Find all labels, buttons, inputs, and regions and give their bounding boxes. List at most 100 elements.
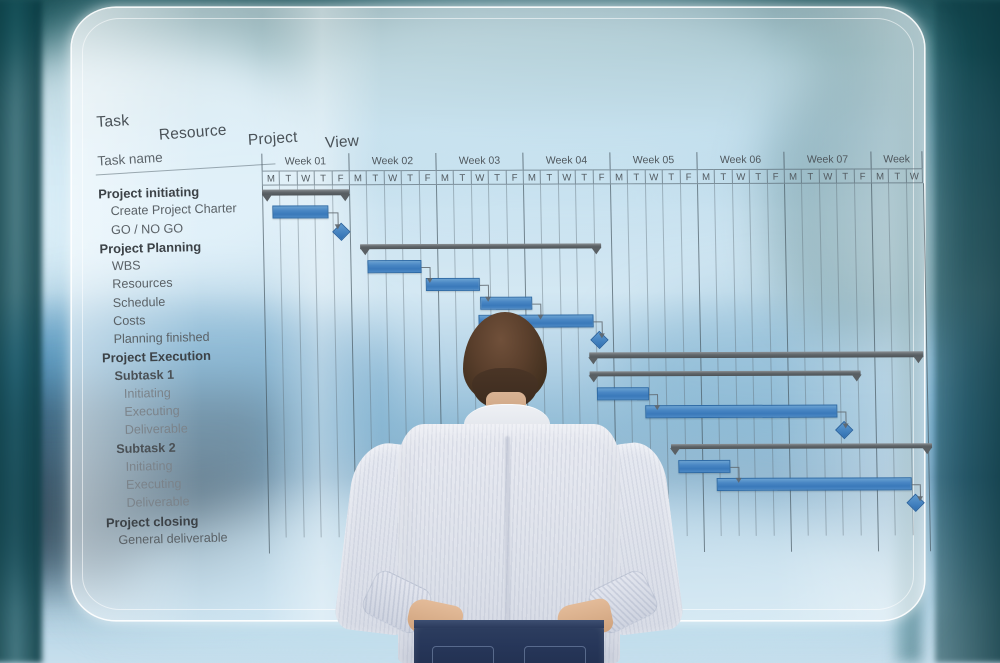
summary-bar-body [360, 243, 601, 250]
glass-highlight-right [774, 8, 924, 620]
task-row-deliverable[interactable]: Deliverable [125, 422, 188, 437]
day-header-28: W [731, 168, 750, 184]
day-header-6: M [348, 170, 367, 186]
task-row-project-execution[interactable]: Project Execution [102, 348, 211, 366]
task-row-project-initiating[interactable]: Project initiating [98, 184, 199, 201]
task-row-planning-finished[interactable]: Planning finished [113, 330, 209, 346]
task-row-executing[interactable]: Executing [124, 404, 180, 419]
day-header-19: T [574, 169, 593, 185]
week-header-7: Week 07 [783, 151, 871, 169]
task-bar-wbs[interactable] [367, 260, 422, 274]
day-header-4: T [313, 170, 332, 186]
task-bar-initiating[interactable] [677, 459, 731, 473]
day-header-24: T [661, 169, 680, 185]
day-header-35: F [853, 168, 871, 184]
week-header-4: Week 04 [522, 152, 610, 170]
day-header-36: M [870, 168, 889, 184]
day-header-32: T [801, 168, 819, 184]
summary-bar-body [670, 442, 932, 450]
week-header-5: Week 05 [609, 152, 697, 170]
summary-cap-end [339, 193, 350, 201]
day-header-15: F [505, 169, 523, 185]
summary-cap-end [851, 374, 862, 382]
day-header-30: F [766, 168, 784, 184]
week-header-8: Week [870, 151, 923, 169]
task-bar-executing[interactable] [645, 404, 838, 419]
task-row-schedule[interactable]: Schedule [113, 294, 166, 309]
menu-item-view[interactable]: View [325, 133, 360, 153]
day-header-27: T [714, 168, 732, 185]
task-bar-executing[interactable] [716, 477, 912, 491]
day-header-23: W [644, 169, 663, 185]
day-header-10: F [418, 169, 436, 186]
summary-cap-start [588, 375, 599, 383]
day-header-14: T [487, 169, 506, 185]
day-header-1: M [261, 170, 280, 186]
day-header-38: W [905, 168, 924, 184]
week-header-1: Week 01 [261, 153, 349, 171]
day-header-29: T [748, 168, 767, 184]
summary-cap-end [913, 356, 924, 364]
day-header-31: M [783, 168, 802, 184]
window-frame-left [0, 0, 42, 663]
summary-cap-start [588, 357, 599, 365]
summary-bar-subtask-1[interactable] [588, 369, 862, 383]
day-header-13: W [470, 169, 489, 185]
menu-item-task[interactable]: Task [96, 112, 130, 132]
day-header-21: M [609, 169, 628, 185]
task-row-project-closing[interactable]: Project closing [106, 513, 199, 530]
day-header-22: T [627, 169, 645, 185]
day-header-33: W [818, 168, 837, 184]
summary-bar-body [261, 189, 350, 196]
day-header-16: M [522, 169, 541, 185]
day-header-17: T [540, 169, 558, 185]
task-row-deliverable[interactable]: Deliverable [126, 495, 189, 510]
day-header-25: F [679, 169, 697, 185]
summary-bar-body [589, 369, 861, 377]
task-row-initiating[interactable]: Initiating [125, 459, 172, 474]
summary-bar-body [588, 351, 924, 359]
day-header-8: W [383, 170, 402, 186]
summary-cap-start [670, 448, 681, 456]
task-row-create-project-charter[interactable]: Create Project Charter [110, 201, 236, 218]
task-row-general-deliverable[interactable]: General deliverable [118, 530, 228, 547]
day-header-37: T [888, 168, 906, 184]
task-row-executing[interactable]: Executing [126, 477, 182, 492]
task-row-resources[interactable]: Resources [112, 276, 173, 291]
task-row-subtask-1[interactable]: Subtask 1 [114, 367, 174, 382]
menu-item-project[interactable]: Project [247, 129, 298, 150]
summary-bar-subtask-2[interactable] [670, 442, 933, 456]
day-header-12: T [453, 169, 471, 185]
task-row-project-planning[interactable]: Project Planning [99, 239, 201, 256]
day-header-5: F [331, 170, 349, 186]
day-header-3: W [296, 170, 315, 186]
task-row-costs[interactable]: Costs [113, 313, 146, 328]
task-bar-create-project-charter[interactable] [272, 205, 329, 219]
week-header-3: Week 03 [435, 152, 523, 170]
day-header-18: W [557, 169, 576, 185]
summary-bar-project-planning[interactable] [360, 243, 602, 256]
task-row-subtask-2[interactable]: Subtask 2 [116, 440, 176, 455]
window-frame-right [935, 0, 1000, 663]
summary-bar-project-initiating[interactable] [261, 189, 350, 202]
summary-cap-end [922, 447, 933, 455]
task-row-go-no-go[interactable]: GO / NO GO [111, 221, 183, 237]
summary-cap-start [360, 248, 371, 256]
day-header-7: T [366, 170, 384, 186]
task-bar-initiating[interactable] [596, 386, 649, 401]
task-row-initiating[interactable]: Initiating [124, 386, 171, 401]
task-bar-schedule[interactable] [479, 296, 533, 310]
task-row-wbs[interactable]: WBS [112, 258, 141, 273]
summary-cap-end [591, 247, 602, 255]
glass-highlight-center [262, 8, 382, 620]
summary-cap-start [261, 194, 272, 202]
summary-bar-project-execution[interactable] [588, 351, 924, 365]
day-header-34: T [835, 168, 854, 184]
week-header-2: Week 02 [348, 152, 436, 171]
task-bar-costs[interactable] [478, 314, 594, 328]
day-header-26: M [696, 169, 715, 185]
week-header-6: Week 06 [696, 151, 784, 170]
day-header-2: T [279, 170, 297, 186]
task-bar-resources[interactable] [425, 278, 480, 292]
day-header-9: T [400, 170, 419, 186]
